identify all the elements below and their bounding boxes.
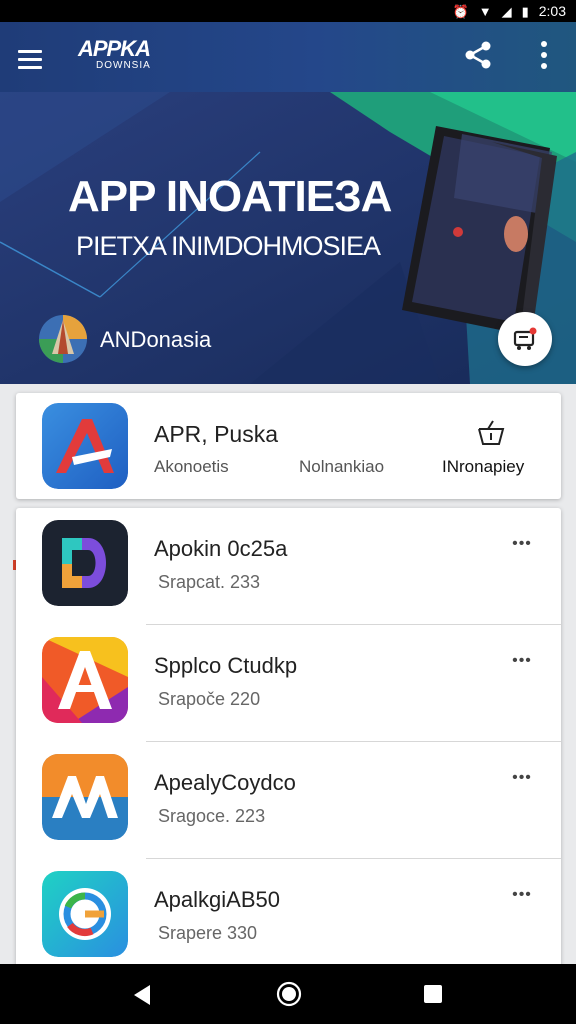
basket-icon[interactable]	[476, 419, 506, 447]
status-time: 2:03	[538, 3, 566, 19]
hero-subtitle: PIETXA INIMDOHMOSIEA	[76, 231, 381, 261]
back-triangle-icon[interactable]	[130, 982, 156, 1008]
featured-app-icon	[42, 403, 128, 489]
hamburger-icon	[18, 49, 42, 53]
app-title: ApalkgiAB50	[154, 887, 280, 912]
featured-app-meta-b: Nolnankiao	[299, 457, 385, 476]
alarm-icon: ⏰	[452, 3, 469, 19]
share-icon[interactable]	[462, 38, 496, 72]
brand-globe-icon	[39, 315, 87, 363]
app-title: Spplco Ctudkp	[154, 653, 298, 678]
featured-app-card[interactable]: APR, Puska Akonoetis Nolnankiao INronapi…	[16, 393, 561, 499]
status-bar: ⏰ ▼ ◢ ▮ 2:03	[0, 0, 576, 22]
app-subtitle: Srapere 330	[158, 923, 258, 943]
app-subtitle: Srapcat. 233	[158, 572, 261, 592]
featured-app-action-label[interactable]: INronapiey	[442, 457, 524, 477]
app-logo: APPKA DOWNSIA	[78, 36, 151, 72]
app-subtitle: Sragoce. 223	[158, 806, 266, 826]
list-item[interactable]: ApealyCoydco Sragoce. 223 •••	[16, 742, 561, 859]
cart-fab[interactable]	[498, 312, 552, 366]
wifi-icon: ▼	[478, 3, 492, 19]
hero-banner[interactable]: APP INOATIEЗA PIETXA INIMDOHMOSIEA ANDon…	[0, 92, 576, 384]
more-horiz-icon[interactable]: •••	[504, 649, 540, 673]
phone-illustration	[402, 126, 557, 334]
list-item[interactable]: ApalkgiAB50 Srapere 330 •••	[16, 859, 561, 968]
app-icon-4	[42, 871, 128, 957]
hero-brand-label: ANDonasia	[100, 327, 212, 352]
app-icon-3	[42, 754, 128, 840]
app-list: Apokin 0c25a Srapcat. 233 ••• Spplco Ctu…	[16, 508, 561, 968]
app-title: ApealyCoydco	[154, 770, 296, 795]
more-horiz-icon[interactable]: •••	[504, 532, 540, 556]
app-icon-1	[42, 520, 128, 606]
system-nav-bar	[0, 964, 576, 1024]
menu-button[interactable]	[18, 44, 58, 74]
home-circle-icon[interactable]	[276, 981, 302, 1007]
featured-app-title: APR, Puska	[154, 421, 278, 447]
more-horiz-icon[interactable]: •••	[504, 883, 540, 907]
featured-app-meta-a: Akonoetis	[154, 457, 229, 476]
app-title: Apokin 0c25a	[154, 536, 288, 561]
more-horiz-icon[interactable]: •••	[504, 766, 540, 790]
more-vert-icon[interactable]	[530, 38, 558, 72]
cart-icon	[513, 327, 537, 350]
battery-icon: ▮	[521, 3, 529, 19]
app-icon-2	[42, 637, 128, 723]
app-subtitle: Srapoče 220	[158, 689, 261, 709]
list-item[interactable]: Apokin 0c25a Srapcat. 233 •••	[16, 508, 561, 625]
hero-title: APP INOATIEЗA	[68, 172, 392, 221]
recents-square-icon[interactable]	[422, 983, 444, 1005]
list-item[interactable]: Spplco Ctudkp Srapoče 220 •••	[16, 625, 561, 742]
signal-icon: ◢	[501, 3, 512, 19]
